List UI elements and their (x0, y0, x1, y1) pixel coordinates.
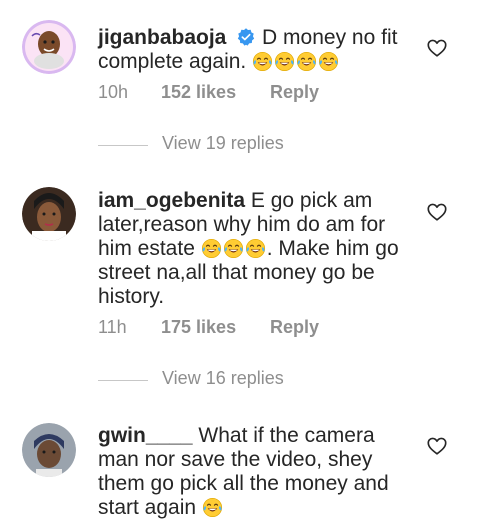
tears-of-joy-icon (318, 51, 339, 72)
like-heart-icon[interactable] (426, 435, 448, 457)
tears-of-joy-icon (201, 238, 222, 259)
comment-likes[interactable]: 152 likes (161, 82, 265, 103)
comment-text: gwin____ What if the camera man nor save… (98, 424, 416, 520)
comment-username[interactable]: gwin____ (98, 424, 193, 447)
tears-of-joy-icon (202, 497, 223, 518)
tears-of-joy-icon (274, 51, 295, 72)
avatar-image (22, 187, 76, 241)
avatar[interactable] (22, 20, 76, 74)
like-heart-icon[interactable] (426, 37, 448, 59)
comment-username[interactable]: jiganbabaoja (98, 26, 226, 49)
view-replies-divider (98, 145, 148, 146)
view-replies-label: View 16 replies (162, 368, 284, 388)
view-replies-divider (98, 380, 148, 381)
emoji-group (252, 50, 340, 73)
comment-text: iam_ogebenita E go pick am later,reason … (98, 189, 416, 309)
avatar-image (22, 20, 76, 74)
avatar[interactable] (22, 423, 76, 477)
comment-meta: 11h 175 likes Reply (98, 317, 319, 338)
comment-meta: 10h 152 likes Reply (98, 82, 319, 103)
view-replies-label: View 19 replies (162, 133, 284, 153)
tears-of-joy-icon (223, 238, 244, 259)
like-heart-icon[interactable] (426, 201, 448, 223)
comment-likes[interactable]: 175 likes (161, 317, 265, 338)
reply-button[interactable]: Reply (270, 317, 319, 338)
avatar-image (22, 423, 76, 477)
reply-button[interactable]: Reply (270, 82, 319, 103)
tears-of-joy-icon (245, 238, 266, 259)
comment-text: jiganbabaoja D money no fit complete aga… (98, 26, 416, 74)
avatar[interactable] (22, 187, 76, 241)
tears-of-joy-icon (296, 51, 317, 72)
emoji-group (202, 496, 224, 519)
comment-time: 11h (98, 317, 127, 337)
comment-time: 10h (98, 82, 129, 102)
comment-username[interactable]: iam_ogebenita (98, 189, 245, 212)
verified-badge-icon (238, 28, 255, 46)
emoji-group (201, 237, 267, 260)
tears-of-joy-icon (252, 51, 273, 72)
